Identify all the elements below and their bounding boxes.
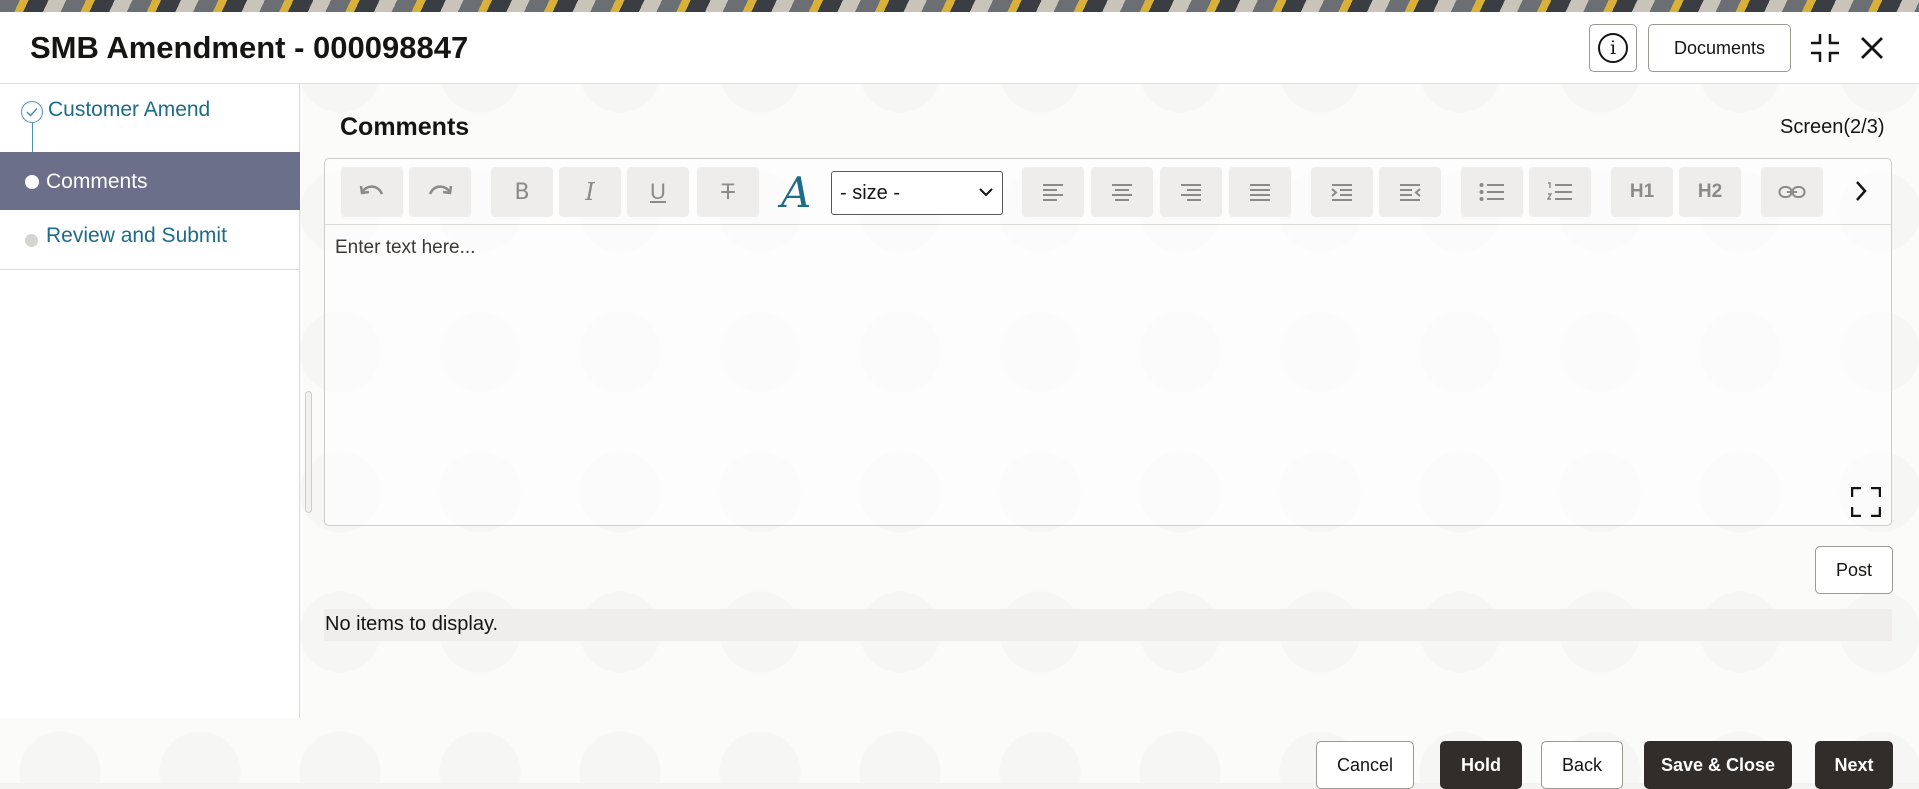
align-center-icon (1112, 184, 1132, 201)
redo-icon (428, 185, 453, 195)
redo-button[interactable] (409, 167, 471, 217)
amendment-window: SMB Amendment - 000098847 i Documents Cu… (0, 12, 1919, 789)
cancel-button[interactable]: Cancel (1316, 741, 1414, 789)
editor-text-area[interactable]: Enter text here... (335, 237, 475, 259)
empty-message: No items to display. (324, 609, 1892, 641)
back-button[interactable]: Back (1541, 741, 1623, 789)
heading-1-button[interactable]: H1 (1611, 167, 1673, 217)
heading-2-icon: H2 (1697, 181, 1723, 202)
outdent-button[interactable] (1379, 167, 1441, 217)
info-button[interactable]: i (1589, 24, 1637, 72)
documents-button[interactable]: Documents (1648, 24, 1791, 72)
indent-icon (1331, 184, 1352, 201)
numbered-list-button[interactable] (1529, 167, 1591, 217)
screen-indicator: Screen(2/3) (1780, 116, 1885, 138)
indent-button[interactable] (1311, 167, 1373, 217)
active-step-icon (25, 175, 39, 189)
sidebar-item-customer-amend[interactable]: Customer Amend (0, 84, 300, 155)
align-left-icon (1043, 184, 1063, 201)
sidebar-item-label: Comments (46, 170, 148, 193)
chevron-right-icon[interactable] (1853, 179, 1869, 203)
link-icon (1778, 186, 1806, 198)
size-select-value: - size - (840, 181, 900, 204)
expand-icon[interactable] (1851, 487, 1881, 517)
bullet-list-icon (1479, 183, 1504, 201)
undo-icon (359, 185, 384, 195)
background-banner (0, 0, 1919, 12)
heading-1-icon: H1 (1629, 181, 1655, 202)
next-button[interactable]: Next (1815, 741, 1893, 789)
bold-button[interactable]: B (491, 167, 553, 217)
check-icon (21, 101, 43, 123)
editor-toolbar: B I U T A - size - H1 H2 (325, 159, 1891, 225)
bullet-list-button[interactable] (1461, 167, 1523, 217)
page-title: SMB Amendment - 000098847 (30, 30, 469, 65)
post-button[interactable]: Post (1815, 546, 1893, 594)
italic-button[interactable]: I (559, 167, 621, 217)
close-icon[interactable] (1858, 34, 1886, 62)
bold-icon: B (514, 179, 530, 205)
vertical-scrollbar[interactable] (305, 391, 312, 513)
justify-icon (1250, 184, 1270, 201)
font-color-button[interactable]: A (765, 167, 827, 217)
sidebar-item-comments[interactable]: Comments (0, 152, 300, 210)
italic-icon: I (585, 178, 595, 206)
heading-2-button[interactable]: H2 (1679, 167, 1741, 217)
align-right-button[interactable] (1160, 167, 1222, 217)
align-center-button[interactable] (1091, 167, 1153, 217)
underline-button[interactable]: U (627, 167, 689, 217)
sidebar-item-label: Customer Amend (48, 98, 211, 121)
sidebar-item-review-and-submit[interactable]: Review and Submit (0, 210, 300, 270)
font-size-select[interactable]: - size - (831, 171, 1003, 215)
align-right-icon (1181, 184, 1201, 201)
window-header: SMB Amendment - 000098847 i Documents (0, 12, 1919, 84)
undo-button[interactable] (341, 167, 403, 217)
pending-step-icon (25, 234, 38, 247)
train-stop-sidebar: Customer Amend Comments Review and Submi… (0, 84, 300, 718)
justify-button[interactable] (1229, 167, 1291, 217)
save-and-close-button[interactable]: Save & Close (1644, 741, 1792, 789)
strikethrough-button[interactable]: T (697, 167, 759, 217)
outdent-icon (1400, 184, 1421, 201)
section-title: Comments (340, 113, 470, 141)
font-color-icon: A (780, 167, 812, 217)
step-connector (32, 123, 33, 155)
rich-text-editor: B I U T A - size - H1 H2 Enter text here… (324, 158, 1892, 526)
link-button[interactable] (1761, 167, 1823, 217)
underline-icon: U (650, 179, 666, 204)
info-icon: i (1598, 33, 1628, 63)
align-left-button[interactable] (1022, 167, 1084, 217)
strikethrough-icon: T (721, 179, 735, 204)
chevron-down-icon (979, 188, 993, 197)
minimize-icon[interactable] (1809, 32, 1841, 64)
hold-button[interactable]: Hold (1440, 741, 1522, 789)
numbered-list-icon (1547, 182, 1572, 200)
sidebar-item-label: Review and Submit (46, 224, 227, 247)
